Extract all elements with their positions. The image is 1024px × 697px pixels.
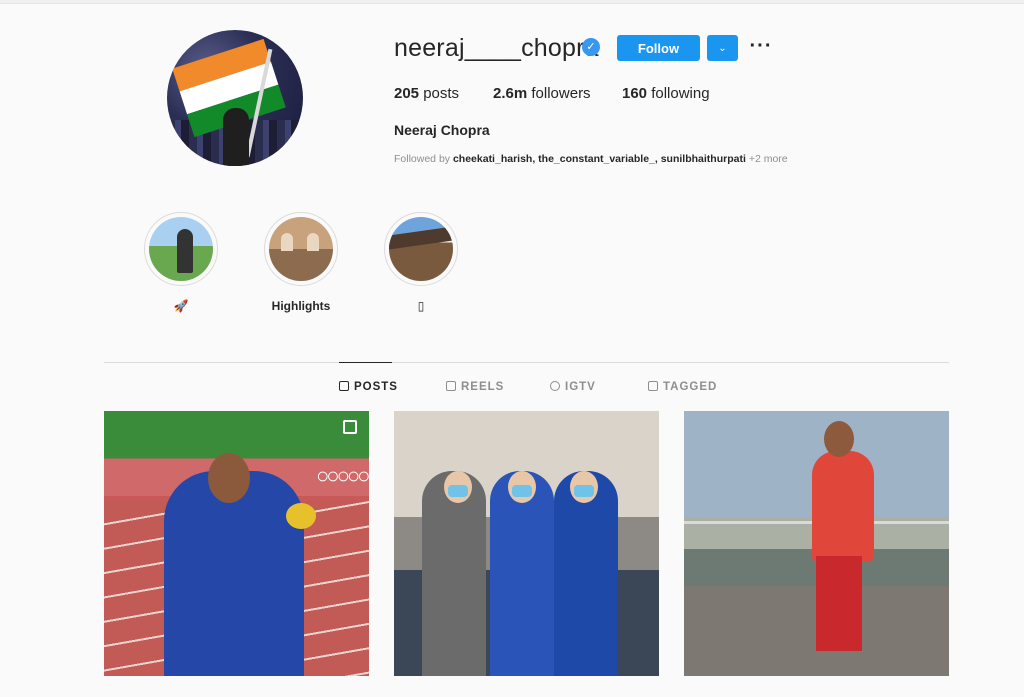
- highlight-label: Highlights: [271, 299, 331, 313]
- profile-full-name: Neeraj Chopra: [394, 122, 490, 138]
- multiple-photos-icon: [343, 420, 357, 434]
- verified-badge-icon: ✓: [582, 38, 600, 56]
- post-thumbnail[interactable]: [394, 411, 659, 676]
- highlight-label: 🚀: [173, 299, 189, 313]
- tab-tagged[interactable]: TAGGED: [648, 381, 717, 393]
- highlight-item[interactable]: ▯: [384, 212, 458, 313]
- posts-count-stat: 205 posts: [394, 85, 460, 102]
- top-border: [0, 0, 1024, 4]
- follow-button[interactable]: Follow: [617, 35, 700, 61]
- section-divider: [104, 362, 949, 363]
- followed-by-line[interactable]: Followed by cheekati_harish, the_constan…: [394, 153, 788, 165]
- more-options-icon[interactable]: ···: [749, 34, 773, 60]
- profile-avatar[interactable]: [167, 30, 303, 166]
- profile-username: neeraj____chopra: [394, 34, 599, 62]
- grid-icon: [339, 381, 349, 391]
- post-thumbnail[interactable]: ○○○○○: [104, 411, 369, 676]
- followed-by-names[interactable]: cheekati_harish, the_constant_variable_,…: [453, 153, 746, 165]
- tagged-icon: [648, 381, 658, 391]
- olympic-rings-graphic: ○○○○○: [316, 463, 369, 488]
- highlight-cover: [389, 217, 453, 281]
- followed-by-more[interactable]: +2 more: [749, 153, 788, 165]
- highlight-item[interactable]: Highlights: [264, 212, 338, 313]
- highlight-cover: [269, 217, 333, 281]
- active-tab-indicator: [339, 362, 392, 363]
- highlight-item[interactable]: 🚀: [144, 212, 218, 313]
- tab-reels[interactable]: REELS: [446, 381, 504, 393]
- avatar-image: [167, 30, 303, 166]
- highlight-cover: [149, 217, 213, 281]
- tab-posts[interactable]: POSTS: [339, 381, 398, 393]
- following-count-stat[interactable]: 160 following: [622, 85, 710, 102]
- highlight-label: ▯: [417, 299, 425, 313]
- post-thumbnail[interactable]: [684, 411, 949, 676]
- tab-igtv[interactable]: IGTV: [550, 381, 596, 393]
- igtv-icon: [550, 381, 560, 391]
- reels-icon: [446, 381, 456, 391]
- suggested-dropdown-button[interactable]: ⌄: [707, 35, 738, 61]
- followers-count-stat[interactable]: 2.6m followers: [493, 85, 591, 102]
